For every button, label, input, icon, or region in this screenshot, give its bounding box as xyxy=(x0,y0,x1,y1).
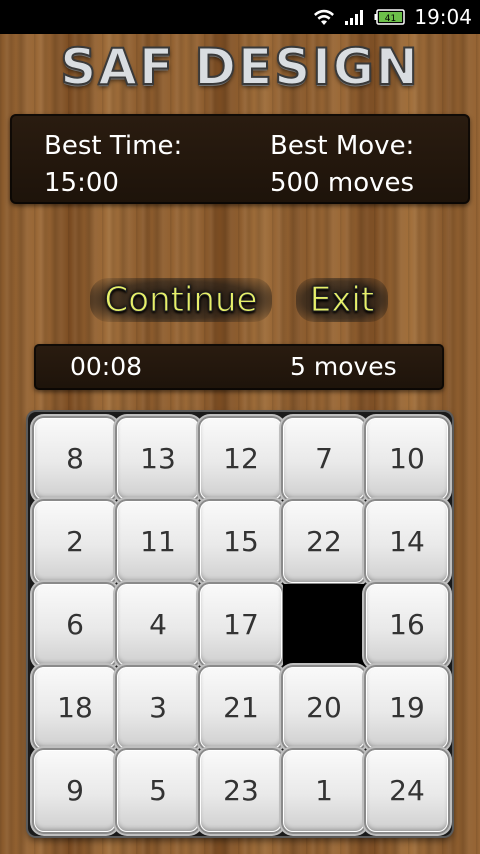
app-logo: SAF DESIGN xyxy=(59,37,420,97)
puzzle-tile[interactable]: 10 xyxy=(366,418,448,500)
puzzle-tile[interactable]: 19 xyxy=(366,667,448,749)
puzzle-tile[interactable]: 23 xyxy=(200,750,282,832)
puzzle-tile[interactable]: 22 xyxy=(283,501,365,583)
best-move-value: 500 moves xyxy=(270,168,415,198)
puzzle-tile[interactable]: 6 xyxy=(34,584,116,666)
continue-button[interactable]: Continue xyxy=(90,278,272,322)
elapsed-time: 00:08 xyxy=(70,352,143,381)
puzzle-tile[interactable]: 1 xyxy=(283,750,365,832)
battery-level: 41 xyxy=(385,14,396,24)
status-time: 19:04 xyxy=(414,5,472,29)
signal-icon xyxy=(345,10,364,25)
puzzle-tile[interactable]: 18 xyxy=(34,667,116,749)
puzzle-tile[interactable]: 24 xyxy=(366,750,448,832)
empty-slot xyxy=(283,584,365,666)
puzzle-tile[interactable]: 12 xyxy=(200,418,282,500)
puzzle-tile[interactable]: 21 xyxy=(200,667,282,749)
puzzle-tile[interactable]: 7 xyxy=(283,418,365,500)
puzzle-tile[interactable]: 8 xyxy=(34,418,116,500)
puzzle-tile[interactable]: 13 xyxy=(117,418,199,500)
best-time-label: Best Time: xyxy=(44,131,183,161)
best-move-block: Best Move: 500 moves xyxy=(270,128,414,202)
puzzle-tile[interactable]: 4 xyxy=(117,584,199,666)
puzzle-tile[interactable]: 20 xyxy=(283,667,365,749)
puzzle-tile[interactable]: 9 xyxy=(34,750,116,832)
puzzle-tile[interactable]: 17 xyxy=(200,584,282,666)
battery-icon: 41 xyxy=(374,9,406,25)
best-move-label: Best Move: xyxy=(270,131,415,161)
puzzle-tile[interactable]: 3 xyxy=(117,667,199,749)
puzzle-tile[interactable]: 16 xyxy=(366,584,448,666)
puzzle-board: 8 13 12 7 10 2 11 15 22 14 6 4 17 16 18 3 21 20 19 9 5 23 1 24 xyxy=(28,412,452,836)
best-scores-panel: Best Time: 15:00 Best Move: 500 moves xyxy=(10,114,470,204)
best-time-value: 15:00 xyxy=(44,168,119,198)
status-bar: 41 19:04 xyxy=(0,0,480,34)
best-time-block: Best Time: 15:00 xyxy=(44,128,182,202)
puzzle-tile[interactable]: 11 xyxy=(117,501,199,583)
wifi-icon xyxy=(314,9,335,25)
puzzle-tile[interactable]: 5 xyxy=(117,750,199,832)
puzzle-tile[interactable]: 2 xyxy=(34,501,116,583)
puzzle-tile[interactable]: 15 xyxy=(200,501,282,583)
move-count: 5 moves xyxy=(290,352,397,381)
current-game-panel: 00:08 5 moves xyxy=(34,344,444,390)
puzzle-tile[interactable]: 14 xyxy=(366,501,448,583)
exit-button[interactable]: Exit xyxy=(296,278,388,322)
